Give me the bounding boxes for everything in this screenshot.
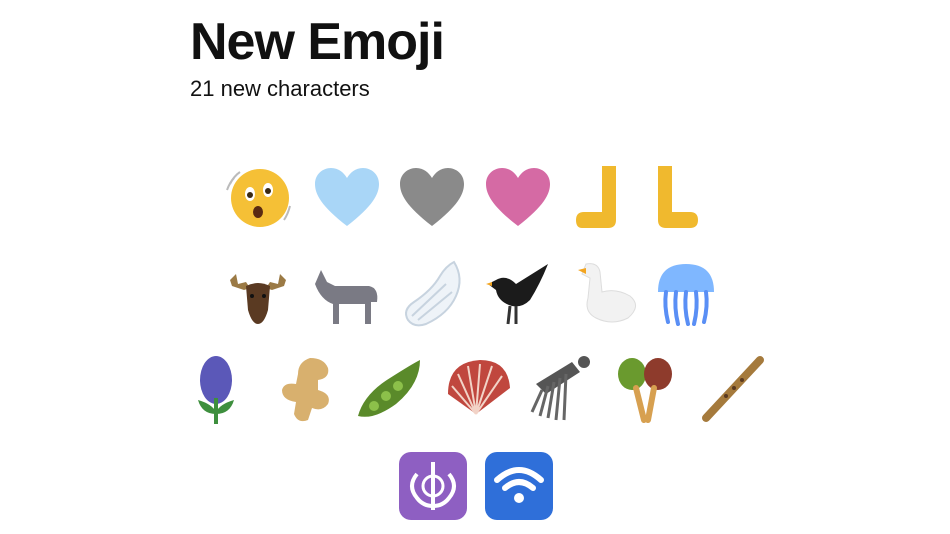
jellyfish-icon	[650, 258, 722, 330]
grey-heart-icon	[396, 162, 468, 234]
rightwards-pushing-hand-icon	[650, 162, 722, 234]
folding-hand-fan-icon	[440, 354, 512, 426]
pea-pod-icon	[354, 354, 426, 426]
leftwards-pushing-hand-icon	[572, 162, 644, 234]
wireless-icon	[483, 450, 555, 522]
khanda-icon	[397, 450, 469, 522]
maracas-icon	[610, 354, 682, 426]
donkey-icon	[311, 258, 383, 330]
page-title: New Emoji	[190, 13, 445, 71]
wing-icon	[396, 258, 468, 330]
pink-heart-icon	[482, 162, 554, 234]
flute-icon	[696, 354, 768, 426]
hair-pick-icon	[524, 354, 596, 426]
hyacinth-icon	[180, 354, 252, 426]
goose-icon	[572, 258, 644, 330]
ginger-root-icon	[268, 354, 340, 426]
light-blue-heart-icon	[311, 162, 383, 234]
black-bird-icon	[482, 258, 554, 330]
moose-icon	[222, 258, 294, 330]
face-with-open-eyes-and-hand-over-mouth-icon	[222, 162, 294, 234]
page-subtitle: 21 new characters	[190, 76, 370, 101]
